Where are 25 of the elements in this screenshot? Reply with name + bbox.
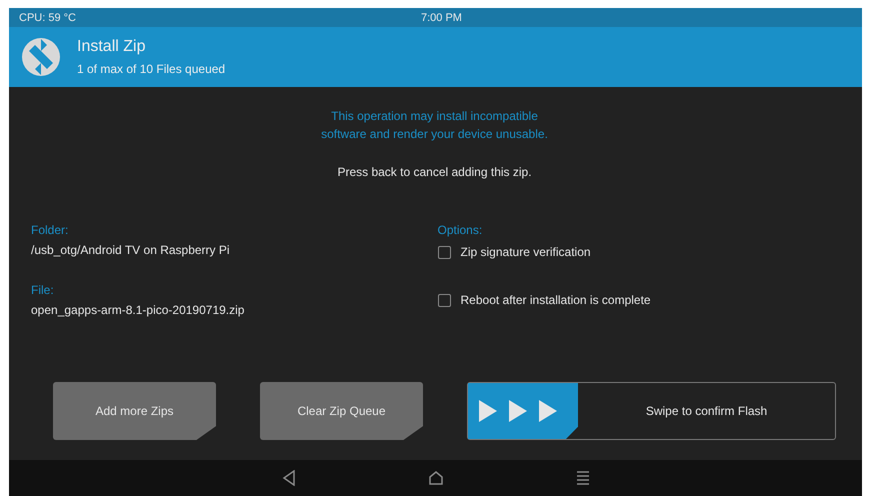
- option-checkbox[interactable]: Zip signature verification: [438, 245, 838, 259]
- cpu-temperature: CPU: 59 °C: [19, 12, 76, 24]
- file-label: File:: [31, 283, 55, 297]
- swipe-label: Swipe to confirm Flash: [644, 404, 768, 418]
- back-icon[interactable]: [282, 470, 296, 486]
- action-button[interactable]: Clear Zip Queue: [260, 382, 423, 440]
- play-arrows-icon: [479, 400, 559, 422]
- option-checkbox[interactable]: Reboot after installation is complete: [438, 293, 838, 307]
- queue-count: 1 of max of 10 Files queued: [77, 62, 226, 76]
- home-icon[interactable]: [428, 470, 444, 486]
- options-label: Options:: [438, 223, 484, 237]
- folder-label: Folder:: [31, 223, 70, 237]
- warning-text: This operation may install incompatible software and render your device unusable.: [320, 108, 549, 143]
- file-name: open_gapps-arm-8.1-pico-20190719.zip: [31, 303, 246, 317]
- hint-text: Press back to cancel adding this zip.: [336, 165, 533, 179]
- checkbox[interactable]: [438, 246, 450, 258]
- folder-path: /usb_otg/Android TV on Raspberry Pi: [31, 243, 231, 257]
- slider-handle[interactable]: [468, 383, 578, 439]
- screen-title: Install Zip: [77, 38, 146, 56]
- clock: 7:00 PM: [421, 12, 462, 24]
- checkbox[interactable]: [438, 294, 450, 306]
- action-button[interactable]: Add more Zips: [53, 382, 216, 440]
- logo-icon: [21, 37, 61, 77]
- swipe-slider[interactable]: Swipe to confirm Flash: [467, 382, 836, 440]
- menu-icon[interactable]: [576, 470, 590, 486]
